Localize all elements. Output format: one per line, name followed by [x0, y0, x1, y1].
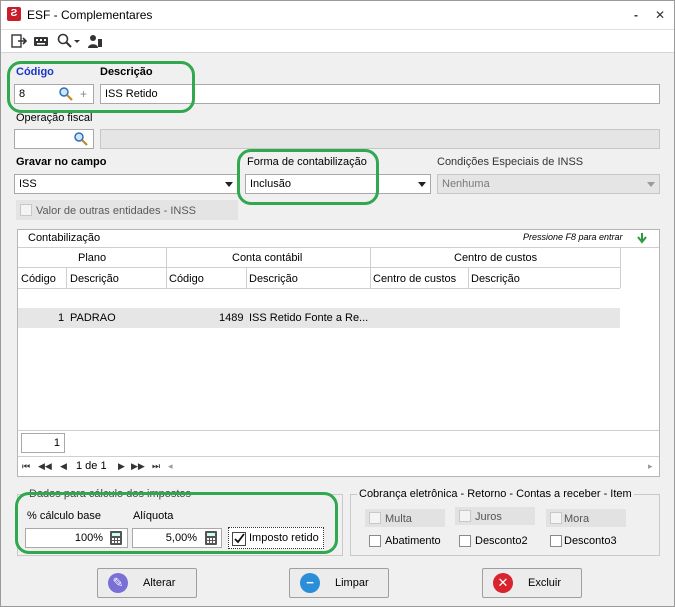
page-number-value: 1	[53, 437, 60, 449]
valor-outras-checkbox[interactable]	[20, 204, 32, 216]
multa-checkbox[interactable]	[369, 512, 381, 524]
group-header-plano: Plano	[78, 252, 107, 264]
highlight-codigo-descricao	[7, 61, 195, 113]
operacao-search-icon[interactable]	[73, 131, 89, 147]
nav-last-icon[interactable]: ⏭	[152, 461, 160, 472]
desconto3-label: Desconto3	[564, 535, 617, 547]
highlight-forma	[237, 149, 379, 205]
window: Ƨ ESF - Complementares - ✕ Código 8 + De…	[0, 0, 675, 607]
row-conta-codigo: 1489	[219, 312, 244, 324]
contabilizacao-title: Contabilização	[28, 232, 101, 244]
contabilizacao-grid: Contabilização Pressione F8 para entrar …	[17, 229, 660, 477]
valor-outras-label: Valor de outras entidades - INSS	[36, 205, 196, 217]
desconto3-checkbox[interactable]	[550, 535, 562, 547]
multa-label: Multa	[385, 513, 412, 525]
page-number-input[interactable]: 1	[21, 433, 65, 453]
group-header-conta: Conta contábil	[232, 252, 303, 264]
exit-icon[interactable]	[11, 33, 27, 49]
chevron-down-icon	[225, 182, 233, 187]
mora-label: Mora	[564, 513, 590, 525]
limpar-label: Limpar	[335, 577, 369, 589]
excluir-label: Excluir	[528, 577, 562, 589]
column-header[interactable]: Descrição	[70, 273, 119, 285]
juros-checkbox[interactable]	[459, 510, 471, 522]
chevron-down-icon	[418, 182, 426, 187]
desconto2-checkbox[interactable]	[459, 535, 471, 547]
nav-next-icon[interactable]: ▶	[118, 461, 125, 472]
group-header-centro: Centro de custos	[454, 252, 538, 264]
column-header[interactable]: Descrição	[471, 273, 520, 285]
keyboard-icon[interactable]	[33, 33, 49, 49]
edit-icon: ✎	[108, 573, 128, 593]
window-title: ESF - Complementares	[27, 8, 153, 22]
column-header[interactable]: Código	[169, 273, 204, 285]
mora-checkbox[interactable]	[550, 512, 562, 524]
alterar-button[interactable]: ✎ Alterar	[97, 568, 197, 598]
chevron-down-icon[interactable]	[73, 33, 81, 49]
nav-next-page-icon[interactable]: ▶▶	[131, 461, 145, 472]
nav-prev-icon[interactable]: ◀	[60, 461, 67, 472]
operacao-description-field	[100, 129, 660, 149]
gravar-value: ISS	[19, 178, 37, 190]
search-dropdown-icon[interactable]	[57, 33, 73, 49]
row-plano-descricao: PADRAO	[70, 312, 116, 324]
toolbar	[1, 30, 674, 53]
page-info: 1 de 1	[76, 460, 107, 472]
minus-icon: −	[300, 573, 320, 593]
condicoes-value: Nenhuma	[442, 178, 490, 190]
scroll-left-icon[interactable]: ◂	[168, 461, 173, 472]
title-bar: Ƨ ESF - Complementares - ✕	[1, 1, 674, 30]
juros-label: Juros	[475, 511, 502, 523]
column-header[interactable]: Código	[21, 273, 56, 285]
arrow-down-icon[interactable]	[636, 232, 648, 244]
chevron-down-icon	[647, 182, 655, 187]
alterar-label: Alterar	[143, 577, 176, 589]
gravar-select[interactable]: ISS	[14, 174, 238, 194]
row-plano-codigo: 1	[58, 312, 65, 324]
abatimento-label: Abatimento	[385, 535, 441, 547]
condicoes-select: Nenhuma	[437, 174, 660, 194]
desconto2-label: Desconto2	[475, 535, 528, 547]
cobranca-group-title: Cobrança eletrônica - Retorno - Contas a…	[357, 488, 634, 500]
abatimento-checkbox[interactable]	[369, 535, 381, 547]
table-row[interactable]: 1 PADRAO 1489 ISS Retido Fonte a Re...	[18, 308, 620, 328]
close-button[interactable]: ✕	[649, 5, 671, 25]
app-logo-icon: Ƨ	[7, 7, 21, 21]
nav-first-icon[interactable]: ⏮	[22, 461, 30, 472]
grid-hint: Pressione F8 para entrar	[523, 232, 623, 242]
scroll-right-icon[interactable]: ▸	[648, 461, 653, 472]
nav-prev-page-icon[interactable]: ◀◀	[38, 461, 52, 472]
delete-icon: ✕	[493, 573, 513, 593]
gravar-label: Gravar no campo	[16, 156, 107, 168]
minimize-button[interactable]: -	[625, 5, 647, 25]
condicoes-label: Condições Especiais de INSS	[437, 156, 584, 168]
user-icon[interactable]	[87, 33, 103, 49]
excluir-button[interactable]: ✕ Excluir	[482, 568, 582, 598]
highlight-impostos	[15, 492, 338, 554]
column-header[interactable]: Descrição	[249, 273, 298, 285]
column-header[interactable]: Centro de custos	[373, 273, 456, 285]
row-conta-descricao: ISS Retido Fonte a Re...	[249, 312, 369, 324]
limpar-button[interactable]: − Limpar	[289, 568, 389, 598]
operacao-label: Operação fiscal	[16, 112, 93, 124]
